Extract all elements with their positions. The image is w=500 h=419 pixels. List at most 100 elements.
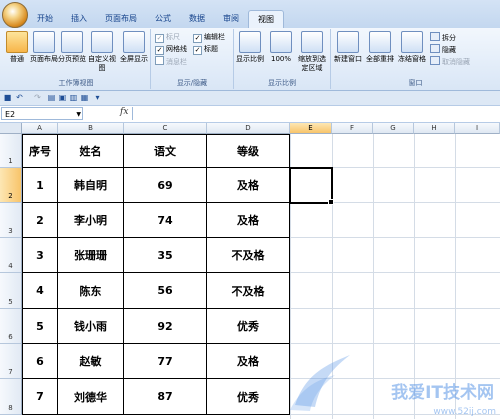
column-header-f[interactable]: F xyxy=(332,123,373,134)
table-header-cell[interactable]: 等级 xyxy=(207,134,290,168)
hide-icon xyxy=(430,44,440,53)
tab-review[interactable]: 审阅 xyxy=(214,10,248,28)
tab-page-layout[interactable]: 页面布局 xyxy=(96,10,146,28)
row-header-8[interactable]: 8 xyxy=(0,379,22,415)
table-cell[interactable]: 69 xyxy=(124,168,207,203)
table-cell[interactable]: 35 xyxy=(124,238,207,273)
group-workbook-views: 普通 页面布局 分页预览 自定义视图 全屏显示 工作簿视图 xyxy=(2,29,151,89)
column-header-a[interactable]: A xyxy=(22,123,58,134)
tab-insert[interactable]: 插入 xyxy=(62,10,96,28)
open-icon[interactable]: ▣ xyxy=(58,93,67,102)
full-screen-icon xyxy=(123,31,145,53)
table-cell[interactable]: 钱小雨 xyxy=(58,309,124,344)
column-header-e[interactable]: E xyxy=(290,123,332,134)
ribbon-tabs: 开始 插入 页面布局 公式 数据 审阅 视图 xyxy=(28,10,284,29)
quick-print-icon[interactable]: ▦ xyxy=(80,93,89,102)
formula-input[interactable] xyxy=(132,107,500,120)
table-cell[interactable]: 87 xyxy=(124,379,207,415)
table-cell[interactable]: 张珊珊 xyxy=(58,238,124,273)
table-cell[interactable]: 3 xyxy=(22,238,58,273)
table-cell[interactable]: 及格 xyxy=(207,203,290,238)
tab-view[interactable]: 视图 xyxy=(248,10,284,29)
table-header-cell[interactable]: 序号 xyxy=(22,134,58,168)
zoom-button[interactable]: 显示比例 xyxy=(236,31,264,64)
fx-icon[interactable]: fx xyxy=(120,107,128,117)
ruler-checkbox[interactable]: ✓ 标尺 xyxy=(155,32,180,43)
arrange-all-button[interactable]: 全部重排 xyxy=(365,31,395,64)
row-header-3[interactable]: 3 xyxy=(0,203,22,238)
table-cell[interactable]: 及格 xyxy=(207,168,290,203)
table-cell[interactable]: 刘德华 xyxy=(58,379,124,415)
worksheet-grid[interactable]: A B C D E F G H I 1 2 3 4 5 6 7 8 序号 姓名 语文 等级 1 韩自明 69 及格 2 李小明 74 及… xyxy=(0,123,500,419)
name-box[interactable]: E2 ▼ xyxy=(1,107,83,120)
row-header-5[interactable]: 5 xyxy=(0,273,22,309)
custom-views-button[interactable]: 自定义视图 xyxy=(88,31,116,73)
customize-qat-icon[interactable]: ▾ xyxy=(93,93,102,102)
column-header-i[interactable]: I xyxy=(455,123,500,134)
office-button[interactable] xyxy=(2,2,28,28)
formula-bar-checkbox[interactable]: ✓ 编辑栏 xyxy=(193,32,225,43)
split-button[interactable]: 拆分 xyxy=(430,32,456,42)
fill-handle[interactable] xyxy=(328,199,334,205)
zoom-selection-label: 缩放到选定区域 xyxy=(298,55,326,72)
table-header-cell[interactable]: 语文 xyxy=(124,134,207,168)
zoom-label: 显示比例 xyxy=(236,55,264,63)
freeze-panes-button[interactable]: 冻结窗格 xyxy=(397,31,427,64)
row-header-6[interactable]: 6 xyxy=(0,309,22,344)
zoom-to-selection-button[interactable]: 缩放到选定区域 xyxy=(296,31,328,73)
unhide-button[interactable]: 取消隐藏 xyxy=(430,56,470,66)
table-cell[interactable]: 李小明 xyxy=(58,203,124,238)
table-cell[interactable]: 5 xyxy=(22,309,58,344)
table-cell[interactable]: 及格 xyxy=(207,344,290,379)
active-cell-selection[interactable] xyxy=(289,167,334,205)
table-cell[interactable]: 不及格 xyxy=(207,273,290,309)
print-preview-icon[interactable]: ▤ xyxy=(47,93,56,102)
row-header-4[interactable]: 4 xyxy=(0,238,22,273)
table-cell[interactable]: 不及格 xyxy=(207,238,290,273)
save-icon[interactable]: ■ xyxy=(3,93,12,102)
normal-view-button[interactable]: 普通 xyxy=(3,31,31,64)
gridlines-checkbox[interactable]: ✓ 网格线 xyxy=(155,44,187,55)
table-cell[interactable]: 56 xyxy=(124,273,207,309)
chevron-down-icon[interactable]: ▼ xyxy=(76,108,81,121)
table-cell[interactable]: 优秀 xyxy=(207,379,290,415)
tab-formulas[interactable]: 公式 xyxy=(146,10,180,28)
table-header-cell[interactable]: 姓名 xyxy=(58,134,124,168)
column-header-h[interactable]: H xyxy=(414,123,455,134)
table-cell[interactable]: 77 xyxy=(124,344,207,379)
table-cell[interactable]: 赵敏 xyxy=(58,344,124,379)
table-cell[interactable]: 7 xyxy=(22,379,58,415)
tab-home[interactable]: 开始 xyxy=(28,10,62,28)
row-header-7[interactable]: 7 xyxy=(0,344,22,379)
row-header-2[interactable]: 2 xyxy=(0,168,22,203)
watermark-title: 我爱IT技术网 xyxy=(391,383,494,403)
tab-data[interactable]: 数据 xyxy=(180,10,214,28)
table-cell[interactable]: 2 xyxy=(22,203,58,238)
table-cell[interactable]: 优秀 xyxy=(207,309,290,344)
full-screen-button[interactable]: 全屏显示 xyxy=(118,31,150,64)
column-header-d[interactable]: D xyxy=(207,123,290,134)
message-bar-checkbox[interactable]: 消息栏 xyxy=(155,56,187,66)
row-header-1[interactable]: 1 xyxy=(0,134,22,168)
table-cell[interactable]: 4 xyxy=(22,273,58,309)
select-all-corner[interactable] xyxy=(0,123,22,134)
new-window-button[interactable]: 新建窗口 xyxy=(333,31,363,64)
hide-button[interactable]: 隐藏 xyxy=(430,44,456,54)
headings-checkbox[interactable]: ✓ 标题 xyxy=(193,44,218,55)
chart-icon[interactable]: ▥ xyxy=(69,93,78,102)
page-layout-view-button[interactable]: 页面布局 xyxy=(30,31,58,64)
table-cell[interactable]: 韩自明 xyxy=(58,168,124,203)
table-cell[interactable]: 74 xyxy=(124,203,207,238)
column-header-b[interactable]: B xyxy=(58,123,124,134)
table-cell[interactable]: 6 xyxy=(22,344,58,379)
page-break-preview-button[interactable]: 分页预览 xyxy=(58,31,86,64)
zoom-100-button[interactable]: 100% xyxy=(267,31,295,64)
undo-icon[interactable]: ↶ xyxy=(15,93,24,102)
table-cell[interactable]: 92 xyxy=(124,309,207,344)
table-cell[interactable]: 1 xyxy=(22,168,58,203)
column-header-g[interactable]: G xyxy=(373,123,414,134)
redo-icon[interactable]: ↷ xyxy=(33,93,42,102)
arrange-all-label: 全部重排 xyxy=(366,55,394,63)
table-cell[interactable]: 陈东 xyxy=(58,273,124,309)
column-header-c[interactable]: C xyxy=(124,123,207,134)
